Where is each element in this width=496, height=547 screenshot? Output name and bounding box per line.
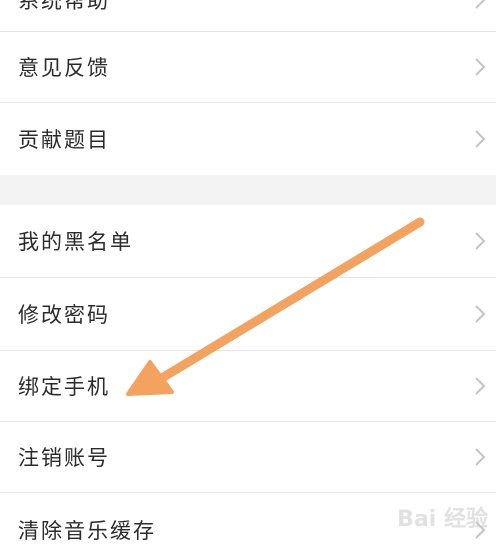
settings-item-label: 贡献题目: [18, 128, 110, 152]
chevron-right-icon: [475, 58, 486, 76]
settings-item-feedback[interactable]: 意见反馈: [0, 32, 496, 102]
chevron-right-icon: [475, 305, 486, 323]
settings-item-system-help[interactable]: 系统帮助: [0, 0, 496, 30]
settings-item-label: 注销账号: [18, 446, 110, 470]
settings-item-label: 我的黑名单: [18, 230, 133, 254]
baidu-watermark-logo: Bai 经验: [397, 507, 488, 532]
settings-item-change-password[interactable]: 修改密码: [0, 278, 496, 350]
chevron-right-icon: [475, 377, 486, 395]
chevron-right-icon: [475, 448, 486, 466]
settings-item-label: 意见反馈: [18, 56, 110, 80]
settings-item-bind-phone[interactable]: 绑定手机: [0, 351, 496, 421]
settings-item-cancel-account[interactable]: 注销账号: [0, 422, 496, 492]
settings-screen: 系统帮助 意见反馈 贡献题目 我的黑名单 修改密码 绑定手机 注销账号 清除音乐…: [0, 0, 496, 547]
settings-item-label: 修改密码: [18, 303, 110, 327]
settings-item-label: 绑定手机: [18, 375, 110, 399]
chevron-right-icon: [475, 130, 486, 148]
chevron-right-icon: [475, 232, 486, 250]
settings-item-label: 清除音乐缓存: [18, 519, 156, 543]
chevron-right-icon: [475, 0, 486, 9]
settings-item-contribute-questions[interactable]: 贡献题目: [0, 103, 496, 175]
settings-item-blacklist[interactable]: 我的黑名单: [0, 205, 496, 277]
settings-item-label: 系统帮助: [18, 0, 110, 13]
section-gap: [0, 175, 496, 205]
